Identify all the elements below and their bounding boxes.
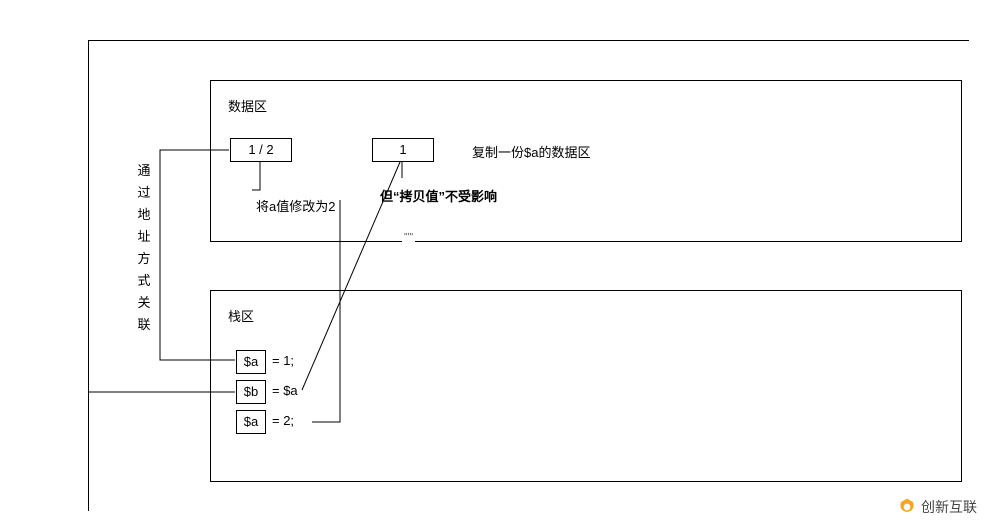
stack-row1-rest: = 1;	[270, 353, 296, 368]
vertical-label: 通过地址方式关联	[135, 160, 153, 336]
data-area-box	[210, 80, 962, 242]
stack-row2-rest: = $a	[270, 383, 300, 398]
copy-note: 复制一份$a的数据区	[470, 142, 592, 161]
stack-row3-var: $a	[236, 410, 266, 434]
watermark: 创新互联	[897, 497, 977, 517]
modify-note: 将a值修改为2	[254, 196, 337, 215]
watermark-icon	[897, 497, 917, 517]
stack-row-2: $b = $a	[236, 380, 326, 402]
stack-row3-rest: = 2;	[270, 413, 296, 428]
stack-row1-var: $a	[236, 350, 266, 374]
data-cell-copy: 1	[372, 138, 434, 162]
diagram-canvas: 数据区 1 / 2 1 复制一份$a的数据区 将a值修改为2 但“拷贝值”不受影…	[0, 0, 985, 523]
stack-area-title: 栈区	[226, 306, 256, 325]
stack-row-3: $a = 2;	[236, 410, 326, 432]
bold-note: 但“拷贝值”不受影响	[378, 186, 499, 205]
data-area-title: 数据区	[226, 96, 269, 115]
stack-row-1: $a = 1;	[236, 350, 326, 372]
data-cell-a: 1 / 2	[230, 138, 292, 162]
watermark-text: 创新互联	[921, 497, 977, 517]
stack-row2-var: $b	[236, 380, 266, 404]
small-mark: "'"	[402, 232, 415, 243]
